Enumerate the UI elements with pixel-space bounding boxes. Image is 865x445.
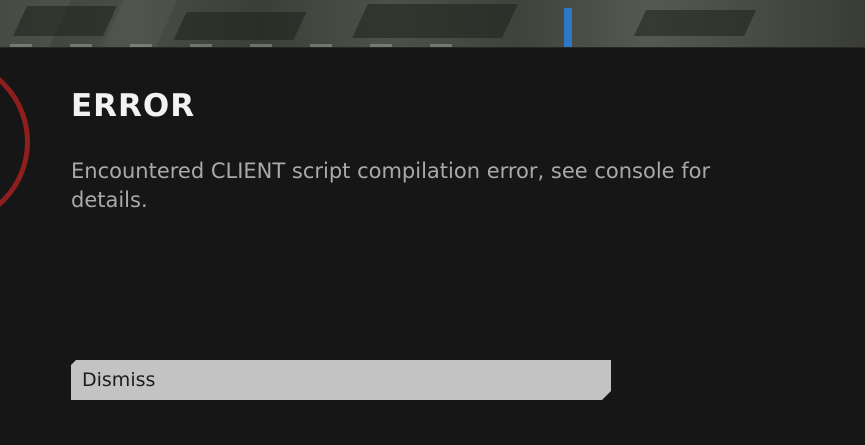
background-dash (430, 44, 452, 47)
background-dash (10, 44, 32, 47)
background-dash (130, 44, 152, 47)
game-background (0, 0, 865, 48)
background-shape (352, 4, 518, 38)
background-shape (13, 6, 117, 36)
background-dash (70, 44, 92, 47)
dismiss-button-label: Dismiss (82, 369, 156, 391)
background-dash (370, 44, 392, 47)
background-dash (310, 44, 332, 47)
background-shape (173, 12, 307, 40)
background-dash (250, 44, 272, 47)
error-screen: ERROR Encountered CLIENT script compilat… (0, 0, 865, 445)
blue-marker (564, 8, 572, 47)
background-dash (190, 44, 212, 47)
background-shape (633, 10, 757, 36)
error-title: ERROR (71, 88, 196, 124)
error-message: Encountered CLIENT script compilation er… (71, 159, 711, 212)
dismiss-button[interactable]: Dismiss (71, 360, 611, 400)
